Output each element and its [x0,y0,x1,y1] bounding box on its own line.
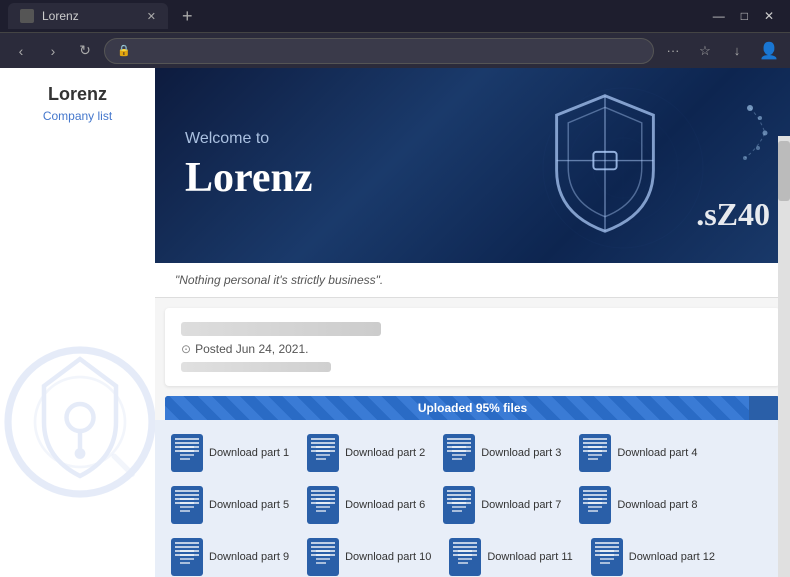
sidebar-company-list-link[interactable]: Company list [12,109,143,123]
download-button[interactable]: ↓ [724,38,750,64]
download-label: Download part 2 [345,447,425,459]
window-controls: — □ ✕ [713,9,782,23]
address-bar[interactable]: 🔒 [104,38,654,64]
download-item[interactable]: Download part 6 [301,482,431,528]
dots-decoration [690,98,770,183]
clock-icon: ⊙ [181,342,191,356]
browser-chrome: Lorenz ✕ + — □ ✕ ‹ › ↻ 🔒 ··· ☆ ↓ 👤 [0,0,790,68]
download-label: Download part 8 [617,499,697,511]
main-content: Welcome to Lorenz [155,68,790,577]
toolbar: ‹ › ↻ 🔒 ··· ☆ ↓ 👤 [0,32,790,68]
download-label: Download part 5 [209,499,289,511]
doc-icon [443,486,475,524]
scrollbar-track[interactable] [778,136,790,577]
download-label: Download part 4 [617,447,697,459]
sidebar-watermark [0,332,155,517]
quote-text: "Nothing personal it's strictly business… [175,273,383,287]
upload-progress-bar: Uploaded 95% files [165,396,780,420]
new-tab-button[interactable]: + [176,6,199,27]
download-item[interactable]: Download part 9 [165,534,295,577]
tab-favicon [20,9,34,23]
download-item[interactable]: Download part 7 [437,482,567,528]
doc-icon [591,538,623,576]
download-label: Download part 6 [345,499,425,511]
posted-date: Posted Jun 24, 2021. [195,342,308,356]
download-label: Download part 1 [209,447,289,459]
doc-icon [171,434,203,472]
upload-section: Uploaded 95% files [165,396,780,420]
scrollbar-thumb[interactable] [778,141,790,201]
hero-banner: Welcome to Lorenz [155,68,790,263]
refresh-button[interactable]: ↻ [72,38,98,64]
sidebar-logo: Lorenz [12,84,143,105]
download-label: Download part 11 [487,551,572,563]
doc-icon [307,486,339,524]
doc-icon [443,434,475,472]
title-bar: Lorenz ✕ + — □ ✕ [0,0,790,32]
back-button[interactable]: ‹ [8,38,34,64]
forward-button[interactable]: › [40,38,66,64]
doc-icon [171,538,203,576]
hero-extension-text: .sZ40 [696,196,770,233]
download-item[interactable]: Download part 2 [301,430,431,476]
doc-icon [171,486,203,524]
lock-icon: 🔒 [117,44,131,57]
doc-icon [307,538,339,576]
download-item[interactable]: Download part 3 [437,430,567,476]
company-name-blur [181,322,381,336]
tab-close-button[interactable]: ✕ [147,10,156,23]
hero-shield [540,88,670,243]
download-grid: Download part 1 Download part 2 Download… [155,420,790,577]
upload-progress-text: Uploaded 95% files [418,401,527,415]
browser-tab[interactable]: Lorenz ✕ [8,3,168,29]
download-label: Download part 7 [481,499,561,511]
doc-icon [579,434,611,472]
minimize-button[interactable]: — [713,9,725,23]
company-desc-blur [181,362,331,372]
download-item[interactable]: Download part 1 [165,430,295,476]
close-window-button[interactable]: ✕ [764,9,774,23]
posted-info: ⊙ Posted Jun 24, 2021. [181,342,764,356]
download-item[interactable]: Download part 5 [165,482,295,528]
doc-icon [579,486,611,524]
more-button[interactable]: ··· [660,38,686,64]
doc-icon [449,538,481,576]
download-item[interactable]: Download part 12 [585,534,721,577]
sidebar: Lorenz Company list [0,68,155,577]
quote-section: "Nothing personal it's strictly business… [155,263,790,298]
company-card: ⊙ Posted Jun 24, 2021. [165,308,780,386]
toolbar-actions: ··· ☆ ↓ 👤 [660,38,782,64]
doc-icon [307,434,339,472]
download-item[interactable]: Download part 8 [573,482,703,528]
profile-button[interactable]: 👤 [756,38,782,64]
bookmark-button[interactable]: ☆ [692,38,718,64]
tab-title: Lorenz [42,9,79,23]
download-item[interactable]: Download part 11 [443,534,578,577]
download-item[interactable]: Download part 4 [573,430,703,476]
download-label: Download part 12 [629,551,715,563]
page-wrapper: Lorenz Company list [0,68,790,577]
download-item[interactable]: Download part 10 [301,534,437,577]
download-label: Download part 10 [345,551,431,563]
maximize-button[interactable]: □ [741,9,748,23]
download-label: Download part 3 [481,447,561,459]
download-label: Download part 9 [209,551,289,563]
